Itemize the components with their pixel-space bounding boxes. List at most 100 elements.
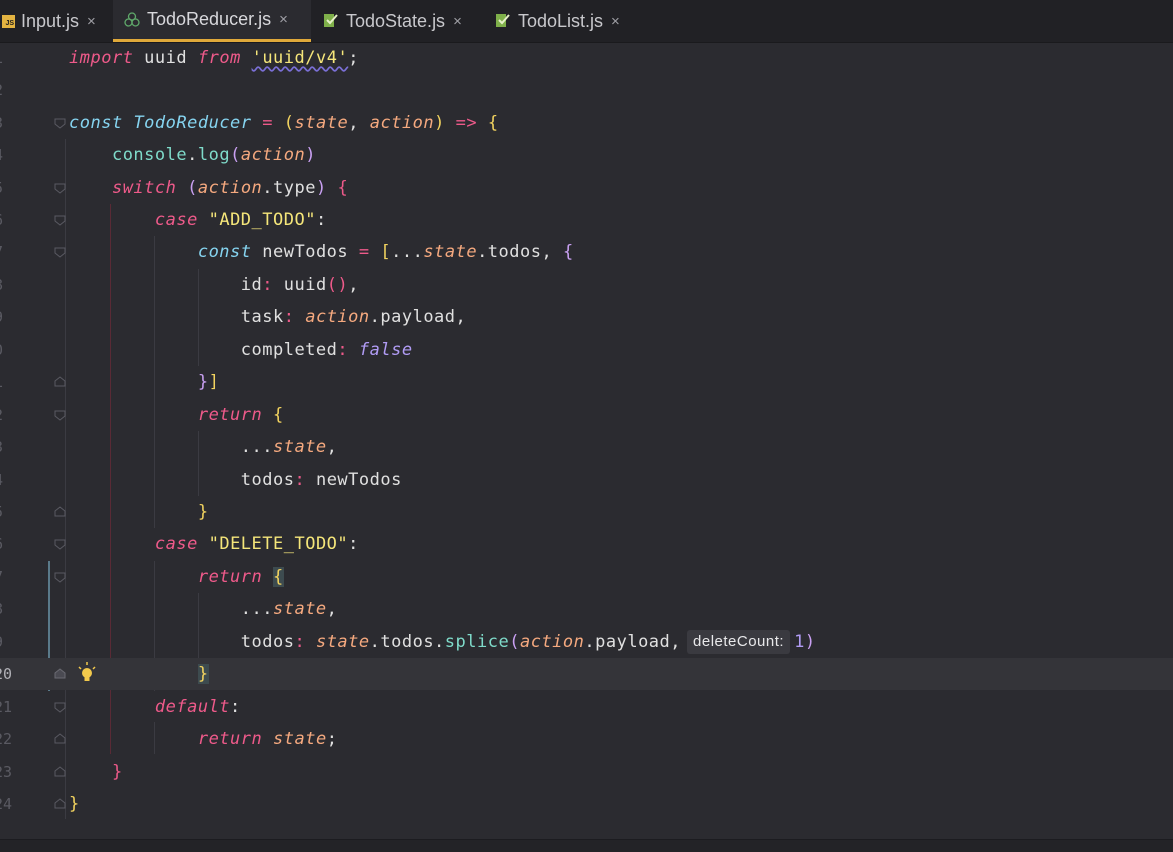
code-line[interactable]: 3 ...state,: [0, 431, 1173, 463]
line-number: 21: [0, 698, 13, 716]
line-number: 23: [0, 763, 13, 781]
code-line[interactable]: 8 id: uuid(),: [0, 269, 1173, 301]
code-text: ...state,: [240, 437, 338, 457]
fold-icon[interactable]: [54, 766, 66, 778]
fold-icon[interactable]: [54, 701, 66, 713]
line-number: 20: [0, 665, 13, 683]
code-line[interactable]: 6 case "ADD_TODO":: [0, 204, 1173, 236]
code-text: task: action.payload,: [240, 307, 467, 327]
code-line[interactable]: 5 }: [0, 496, 1173, 528]
line-number: 1: [0, 42, 24, 74]
code-text: case "DELETE_TODO":: [154, 534, 359, 554]
code-line[interactable]: 6 case "DELETE_TODO":: [0, 528, 1173, 560]
fold-icon[interactable]: [54, 668, 66, 680]
code-line[interactable]: 9 todos: state.todos.splice(action.paylo…: [0, 626, 1173, 658]
code-line[interactable]: 5 switch (action.type) {: [0, 172, 1173, 204]
inlay-parameter-hint: deleteCount:: [687, 630, 791, 654]
code-text: }: [197, 502, 209, 522]
fold-icon[interactable]: [54, 798, 66, 810]
line-number: 6: [0, 528, 24, 560]
code-line[interactable]: 3 const TodoReducer = (state, action) =>…: [0, 107, 1173, 139]
code-line[interactable]: 22 return state;: [0, 723, 1173, 755]
code-line[interactable]: 8 ...state,: [0, 593, 1173, 625]
fold-icon[interactable]: [54, 376, 66, 388]
line-number: 8: [0, 269, 24, 301]
code-line[interactable]: 2: [0, 74, 1173, 106]
code-text: const TodoReducer = (state, action) => {: [69, 113, 499, 133]
code-text: return state;: [197, 729, 338, 749]
breadcrumb-bar: [0, 839, 1173, 852]
fold-icon[interactable]: [54, 409, 66, 421]
line-number: 6: [0, 204, 24, 236]
code-text: todos: state.todos.splice(action.payload…: [240, 630, 816, 654]
line-number: 4: [0, 464, 24, 496]
react-file-icon: [123, 11, 141, 29]
code-text: import uuid from 'uuid/v4';: [69, 48, 359, 68]
line-number: 3: [0, 107, 24, 139]
close-icon[interactable]: ×: [611, 13, 620, 30]
code-text: switch (action.type) {: [111, 178, 349, 198]
close-icon[interactable]: ×: [279, 11, 288, 28]
code-line[interactable]: 7 const newTodos = [...state.todos, {: [0, 236, 1173, 268]
code-text: }]: [197, 372, 220, 392]
code-line[interactable]: 0 completed: false: [0, 334, 1173, 366]
code-editor[interactable]: 1 import uuid from 'uuid/v4'; 2 3 const …: [0, 42, 1173, 852]
line-number: 24: [0, 795, 13, 813]
code-line[interactable]: 1 }]: [0, 366, 1173, 398]
react-component-icon: [322, 12, 340, 30]
fold-icon[interactable]: [54, 246, 66, 258]
tab-todoreducer-js[interactable]: TodoReducer.js ×: [113, 0, 311, 42]
line-number: 8: [0, 593, 24, 625]
react-component-icon: [494, 12, 512, 30]
code-text: case "ADD_TODO":: [154, 210, 327, 230]
code-text: console.log(action): [111, 145, 316, 165]
line-number: 3: [0, 431, 24, 463]
fold-icon[interactable]: [54, 733, 66, 745]
code-line[interactable]: 21 default:: [0, 691, 1173, 723]
tab-todolist-js[interactable]: TodoList.js ×: [490, 0, 650, 42]
code-line[interactable]: 1 import uuid from 'uuid/v4';: [0, 42, 1173, 74]
code-text: ...state,: [240, 599, 338, 619]
line-number: 7: [0, 236, 24, 268]
fold-icon[interactable]: [54, 538, 66, 550]
code-line[interactable]: 9 task: action.payload,: [0, 301, 1173, 333]
code-line[interactable]: 24 }: [0, 788, 1173, 820]
close-icon[interactable]: ×: [453, 13, 462, 30]
code-text: }: [111, 762, 123, 782]
code-line[interactable]: 2 return {: [0, 399, 1173, 431]
code-line[interactable]: 4 console.log(action): [0, 139, 1173, 171]
code-text: default:: [154, 697, 241, 717]
js-file-icon: JS: [2, 14, 15, 28]
fold-icon[interactable]: [54, 571, 66, 583]
line-number: 9: [0, 626, 24, 658]
code-text: id: uuid(),: [240, 275, 359, 295]
tab-input-js[interactable]: JS Input.js ×: [0, 0, 112, 42]
line-number: 2: [0, 399, 24, 431]
fold-icon[interactable]: [54, 182, 66, 194]
code-text: todos: newTodos: [240, 470, 402, 490]
code-line-current[interactable]: 20 }: [0, 658, 1173, 690]
code-line[interactable]: 23 }: [0, 756, 1173, 788]
tab-label: TodoState.js: [346, 10, 446, 31]
line-number: 2: [0, 74, 24, 106]
line-number: 5: [0, 496, 24, 528]
line-number: 5: [0, 172, 24, 204]
fold-icon[interactable]: [54, 117, 66, 129]
tab-label: TodoList.js: [518, 10, 604, 31]
fold-icon[interactable]: [54, 506, 66, 518]
line-number: 9: [0, 301, 24, 333]
code-text: }: [197, 664, 209, 684]
code-text: const newTodos = [...state.todos, {: [197, 242, 574, 262]
close-icon[interactable]: ×: [87, 13, 96, 30]
line-number: 1: [0, 366, 24, 398]
tab-label: Input.js: [21, 10, 80, 31]
editor-tab-bar: JS Input.js × TodoReducer.js × TodoState…: [0, 0, 1173, 43]
code-text: }: [69, 794, 80, 814]
line-number: 4: [0, 139, 24, 171]
fold-icon[interactable]: [54, 214, 66, 226]
line-number: 22: [0, 730, 13, 748]
tab-todostate-js[interactable]: TodoState.js ×: [318, 0, 488, 42]
code-line[interactable]: 4 todos: newTodos: [0, 464, 1173, 496]
code-text: return {: [197, 567, 284, 587]
code-line[interactable]: 7 return {: [0, 561, 1173, 593]
